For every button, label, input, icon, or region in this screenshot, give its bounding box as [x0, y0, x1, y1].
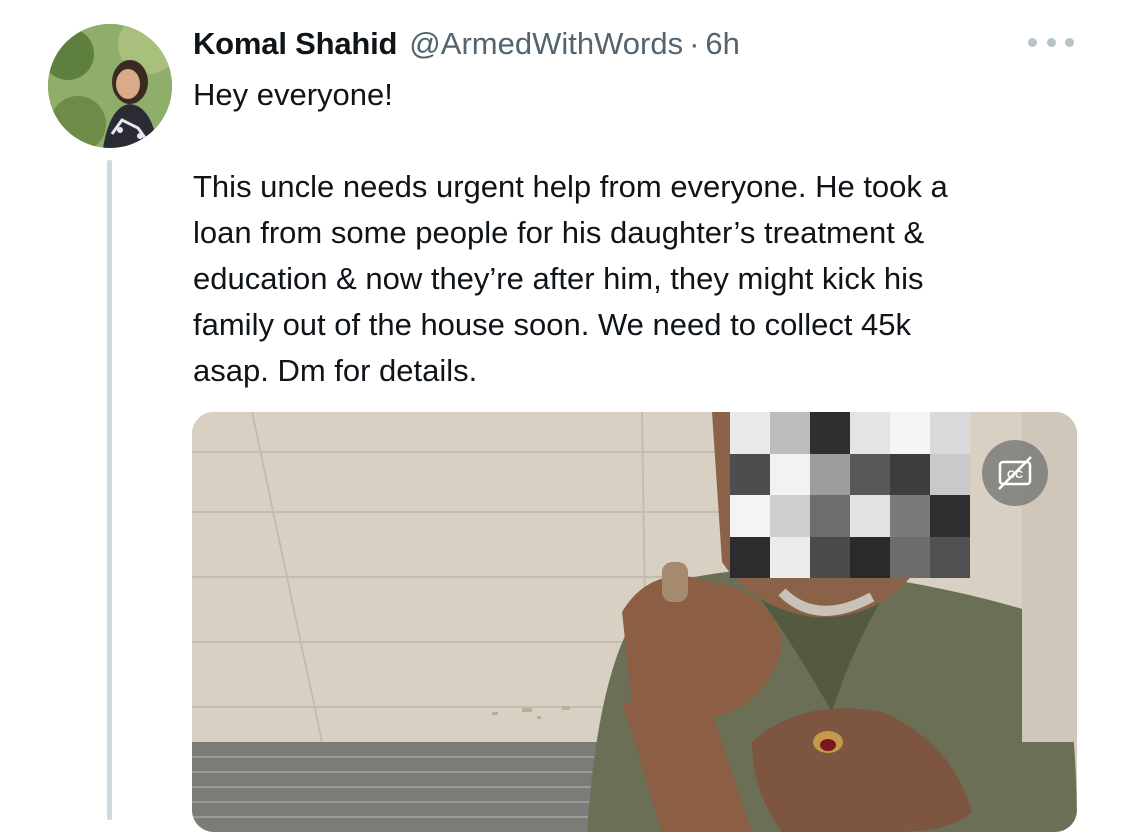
- tweet-timestamp[interactable]: 6h: [705, 26, 739, 62]
- tweet-text: Hey everyone! This uncle needs urgent he…: [193, 77, 948, 388]
- author-handle[interactable]: @ArmedWithWords: [409, 26, 683, 62]
- tweet-media-video[interactable]: CC: [192, 412, 1077, 832]
- author-avatar[interactable]: [48, 24, 172, 148]
- tweet-header: Komal Shahid @ArmedWithWords · 6h: [193, 22, 1094, 66]
- thread-connector-line: [107, 160, 112, 820]
- more-horizontal-icon[interactable]: [1028, 30, 1074, 54]
- closed-captions-off-icon[interactable]: CC: [982, 440, 1048, 506]
- author-name[interactable]: Komal Shahid: [193, 26, 397, 62]
- face-blur-mosaic: [730, 412, 970, 578]
- header-separator: ·: [689, 26, 700, 61]
